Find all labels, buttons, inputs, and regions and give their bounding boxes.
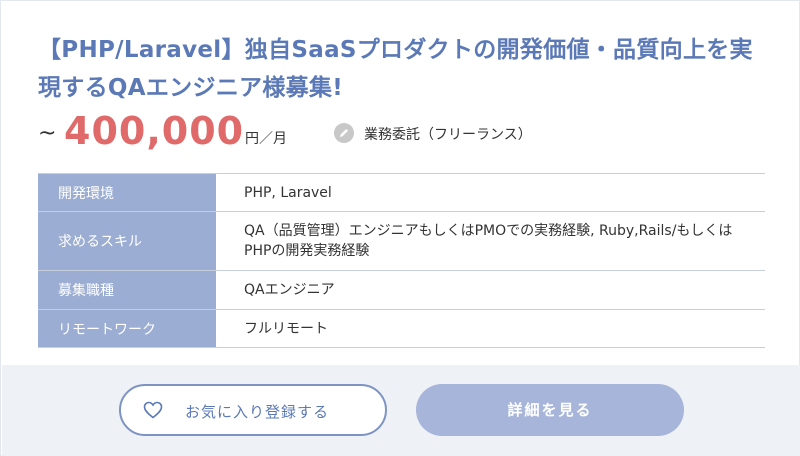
table-row: 開発環境 PHP, Laravel xyxy=(38,173,765,212)
price-value: 400,000 xyxy=(64,109,245,153)
price-unit: 円／月 xyxy=(245,131,287,147)
row-value-remote: フルリモート xyxy=(244,320,328,337)
add-favorite-button[interactable]: お気に入り登録する xyxy=(119,384,387,436)
add-favorite-label: お気に入り登録する xyxy=(185,403,330,421)
contract-type: 業務委託（フリーランス） xyxy=(364,127,532,143)
row-label-remote: リモートワーク xyxy=(38,310,216,347)
row-value-dev-env: PHP, Laravel xyxy=(244,184,332,201)
view-details-button[interactable]: 詳細を見る xyxy=(416,384,684,436)
row-value-skills: QA（品質管理）エンジニアもしくはPMOでの実務経験, Ruby,Rails/も… xyxy=(244,223,733,259)
job-details-table: 開発環境 PHP, Laravel 求めるスキル QA（品質管理）エンジニアもし… xyxy=(38,173,765,348)
price-prefix: ~ xyxy=(38,121,57,146)
heart-icon xyxy=(143,401,163,423)
table-row: 募集職種 QAエンジニア xyxy=(38,271,765,310)
table-row: 求めるスキル QA（品質管理）エンジニアもしくはPMOでの実務経験, Ruby,… xyxy=(38,212,765,271)
row-value-position: QAエンジニア xyxy=(244,282,335,298)
job-card: 【PHP/Laravel】独自SaaSプロダクトの開発価値・品質向上を実現するQ… xyxy=(0,0,800,456)
table-row: リモートワーク フルリモート xyxy=(38,310,765,348)
job-title[interactable]: 【PHP/Laravel】独自SaaSプロダクトの開発価値・品質向上を実現するQ… xyxy=(38,31,768,107)
pencil-icon xyxy=(334,123,354,143)
card-footer: お気に入り登録する 詳細を見る xyxy=(2,365,800,456)
price-row: ~ 400,000 円／月 業務委託（フリーランス） xyxy=(38,109,758,155)
row-label-dev-env: 開発環境 xyxy=(38,174,216,211)
row-label-skills: 求めるスキル xyxy=(38,212,216,270)
row-label-position: 募集職種 xyxy=(38,271,216,309)
